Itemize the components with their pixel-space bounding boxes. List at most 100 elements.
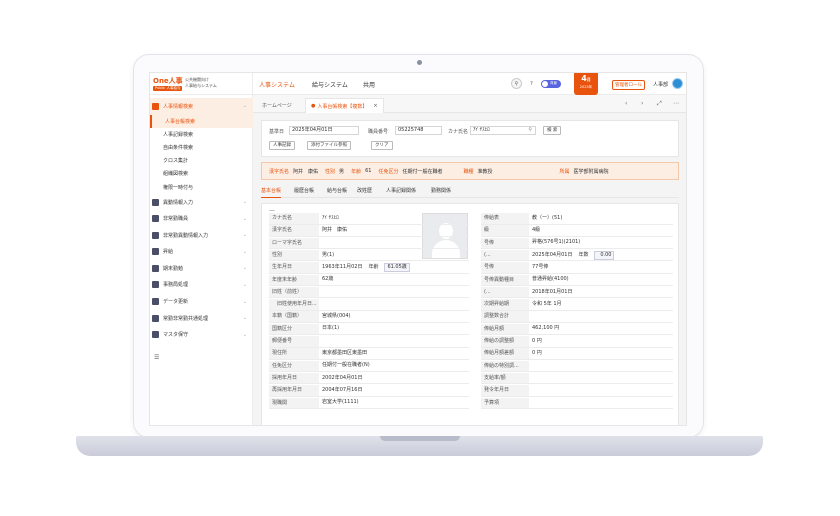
summary-key: 漢字氏名: [269, 168, 290, 175]
role-badge[interactable]: 管理者ロール: [612, 80, 645, 90]
search-icon[interactable]: ⚲: [511, 78, 522, 89]
sidebar-item-label: マスタ保守: [163, 332, 189, 339]
sidebar-item-8[interactable]: 常勤非常勤共通処理 ⌄: [150, 310, 253, 327]
date-input[interactable]: 2025年04月01日: [289, 126, 359, 135]
field-value: 東京都墨田区東墨田: [319, 348, 469, 359]
field-label: 郵便番号: [269, 336, 319, 347]
toggle-label: 背景: [550, 80, 557, 85]
prev-icon[interactable]: ‹: [625, 100, 627, 107]
detail-tab-0[interactable]: 基本台帳: [261, 187, 282, 198]
field-value: [529, 398, 673, 409]
sidebar-subitem-5[interactable]: 権限一時付与: [150, 181, 253, 194]
sidebar-item-2[interactable]: 非常勤職員 ⌄: [150, 210, 253, 227]
help-icon[interactable]: ?: [526, 78, 537, 89]
field-row: (... 2018年01月01日: [481, 286, 673, 299]
field-label: 漢字氏名: [269, 225, 319, 236]
search-button[interactable]: 検 索: [543, 126, 562, 135]
field-row: 年度末年齢 62歳: [269, 274, 469, 286]
sidebar-subitem-3[interactable]: クロス集計: [150, 154, 253, 167]
field-row: 再採用年月日 2004年07月16日: [269, 385, 469, 397]
summary-key: 所属: [559, 168, 570, 175]
tab-home[interactable]: ホームページ: [257, 98, 297, 113]
field-value: 任期付一般在職者(N): [319, 361, 469, 372]
sidebar-subitem-4[interactable]: 組織図検索: [150, 167, 253, 180]
sidebar-item-5[interactable]: 期末勤勉 ⌄: [150, 260, 253, 277]
field-label: 生年月日: [269, 262, 319, 273]
clear-button[interactable]: クリア: [371, 141, 393, 150]
field-value-text: 普通昇給(4100): [532, 276, 569, 283]
field-row: 現住所 東京都墨田区東墨田: [269, 348, 469, 360]
badge-month-unit: 月: [586, 77, 591, 82]
record-button[interactable]: 人事記録: [269, 141, 295, 150]
sidebar-subitem-1[interactable]: 人事記録検索: [150, 128, 253, 141]
tab-ledger-search[interactable]: ● 人事台帳検索【複数】 ×: [305, 98, 384, 113]
sidebar-item-9[interactable]: マスタ保守 ⌄: [150, 326, 253, 343]
sidebar-item-4[interactable]: 昇給 ⌄: [150, 244, 253, 261]
detail-tab-4[interactable]: 人事記録関係: [386, 187, 416, 194]
detail-tab-1[interactable]: 履歴台帳: [294, 187, 314, 194]
field-value-text: 2004年07月16日: [322, 386, 363, 393]
attach-button[interactable]: 添付ファイル参照: [307, 141, 351, 150]
field-value: [529, 311, 673, 322]
expand-icon[interactable]: ⤢: [657, 100, 662, 108]
background-toggle[interactable]: 背景: [541, 79, 561, 88]
close-icon[interactable]: ×: [373, 103, 377, 109]
sidebar-item-7[interactable]: データ更新 ⌄: [150, 293, 253, 310]
sidebar-item-3[interactable]: 非常勤異動情報入力 ⌄: [150, 227, 253, 244]
sidebar-item-6[interactable]: 事務局処理 ⌄: [150, 277, 253, 294]
sidebar-subitem-2[interactable]: 自由条件検索: [150, 141, 253, 154]
field-value: 普通昇給(4100): [529, 275, 673, 286]
detail-panel: — カナ氏名 ｱｲ ﾔｽﾋﾛ 漢字氏名 阿井 康佑 ローマ字氏名 性別 男(1) 生年月日 19…: [261, 203, 679, 425]
field-value: 62歳: [319, 275, 469, 286]
field-label: 旧姓使用年月日...: [269, 299, 319, 310]
detail-tab-5[interactable]: 勤務関係: [431, 187, 451, 194]
more-icon[interactable]: ⋯: [673, 100, 679, 107]
tab-kyuyo-system[interactable]: 給与システム: [312, 80, 348, 89]
field-value-text: 昇格(576号1)(2101): [532, 239, 581, 246]
menu-icon[interactable]: ☰: [154, 354, 159, 361]
search-panel: 基準日 2025年04月01日 職員番号 05225748 カナ氏名 ｱｲ ﾔｽ…: [261, 120, 679, 157]
sidebar-item-0[interactable]: 人事情報検索 ⌄: [150, 98, 253, 115]
kana-label: カナ氏名: [448, 129, 469, 135]
tab-jinji-system[interactable]: 人事システム: [259, 80, 295, 89]
field-label: 支給率/額: [481, 372, 529, 384]
detail-tab-3[interactable]: 改姓歴: [357, 187, 372, 194]
field-value: [319, 299, 469, 310]
field-value: [319, 336, 469, 347]
sidebar-subitem-0[interactable]: 人事台帳検索: [150, 114, 253, 128]
field-label: 予算項: [481, 397, 529, 408]
field-label: 号俸異動種目: [481, 274, 529, 285]
sidebar-item-icon: [152, 215, 159, 223]
logo-main: One人事: [153, 77, 183, 85]
summary-key: 性別: [325, 168, 336, 175]
field-value: [529, 361, 673, 372]
sidebar-item-label: 異動情報入力: [163, 199, 194, 206]
field-label: 現住所: [269, 348, 319, 359]
field-label: 俸給月額差額: [481, 348, 529, 359]
field-label: 国籍区分: [269, 323, 319, 335]
sidebar-item-1[interactable]: 異動情報入力 ⌄: [150, 194, 253, 211]
field-row: 現職関 岩室大学(1111): [269, 397, 469, 409]
staff-input[interactable]: 05225748: [395, 126, 442, 135]
avatar[interactable]: [672, 78, 683, 89]
detail-tab-2[interactable]: 給与台帳: [327, 187, 347, 194]
laptop-notch: [380, 436, 460, 441]
field-extra-label: 年数: [578, 251, 589, 258]
field-value: [319, 287, 469, 298]
kana-input[interactable]: ｱｲ ﾔｽﾋﾛ ⚲: [470, 126, 536, 135]
field-row: 漢字氏名 阿井 康佑: [269, 225, 469, 237]
summary-value: 医学部附属病院: [573, 168, 609, 175]
tab-kyoyo[interactable]: 共用: [363, 80, 375, 89]
chevron-down-icon: ⌄: [242, 199, 247, 206]
sidebar-item-icon: [152, 331, 159, 339]
field-extra-value[interactable]: 0.00: [594, 250, 615, 260]
sidebar-item-label: データ更新: [163, 299, 189, 306]
next-icon[interactable]: ›: [641, 100, 643, 107]
summary-value: 任期付一般在職者: [402, 168, 443, 175]
topbar: 人事システム 給与システム 共用 ⚲ ? 背景 4月 2025年 管理者ロール …: [253, 73, 686, 95]
field-extra-value[interactable]: 61.05歳: [384, 262, 410, 272]
field-label: 号俸: [481, 262, 529, 273]
user-name: 人事部: [653, 82, 669, 88]
field-row: 支給率/額: [481, 372, 673, 385]
staff-label: 職員番号: [368, 129, 389, 135]
